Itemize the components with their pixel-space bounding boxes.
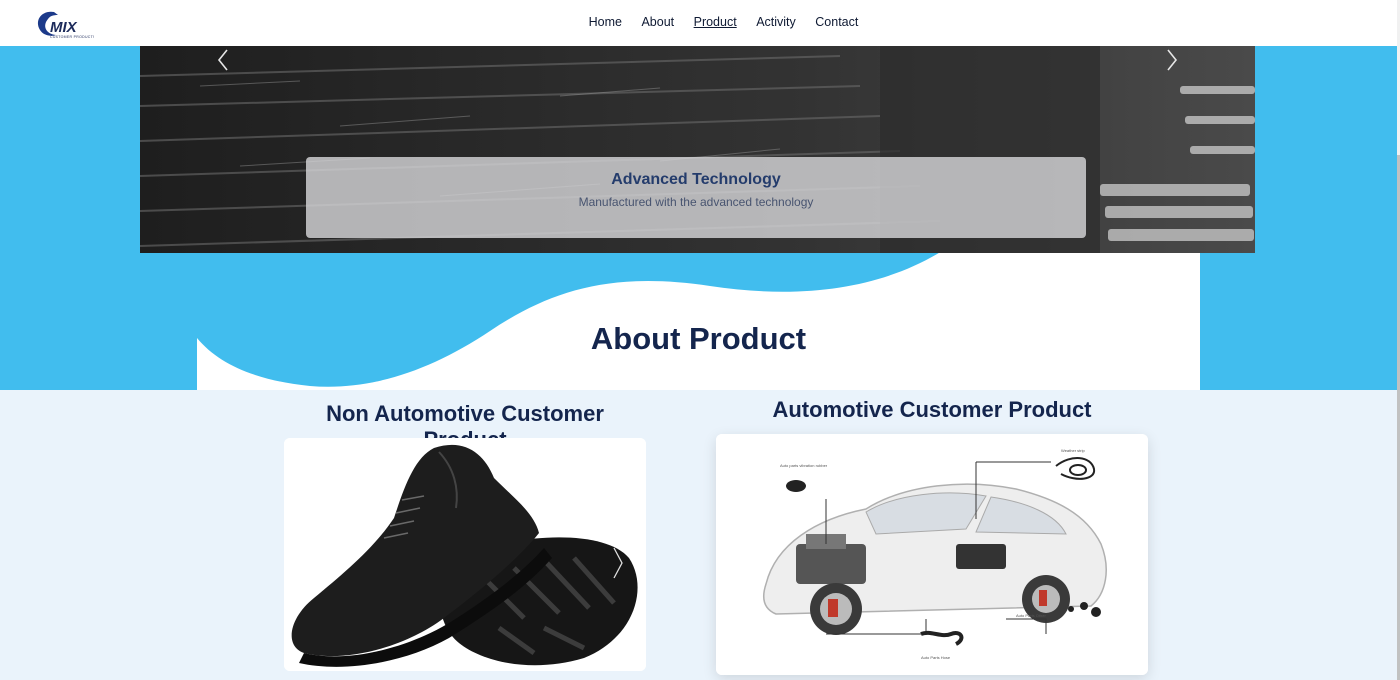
top-navbar: MIX CUSTOMER PRODUCTS Home About Product…	[0, 0, 1397, 46]
svg-text:Weather strip: Weather strip	[1061, 448, 1085, 453]
nav-home[interactable]: Home	[589, 15, 622, 29]
wave-decoration	[190, 246, 950, 390]
hero-caption: Advanced Technology Manufactured with th…	[306, 157, 1086, 238]
automotive-product-card[interactable]: Auto parts vibration rubber Weather stri…	[716, 434, 1148, 675]
hero-section: Advanced Technology Manufactured with th…	[0, 46, 1397, 390]
svg-text:Auto Parts Other: Auto Parts Other	[1016, 613, 1046, 618]
nav-contact[interactable]: Contact	[815, 15, 858, 29]
svg-text:Auto Parts Hose: Auto Parts Hose	[921, 655, 951, 660]
nav-activity[interactable]: Activity	[756, 15, 796, 29]
hero-carousel[interactable]: Advanced Technology Manufactured with th…	[140, 46, 1255, 253]
automotive-product-title: Automotive Customer Product	[772, 397, 1092, 422]
hero-caption-subtitle: Manufactured with the advanced technolog…	[578, 195, 814, 209]
carousel-next-icon[interactable]	[1161, 48, 1181, 72]
svg-text:CUSTOMER PRODUCTS: CUSTOMER PRODUCTS	[50, 35, 94, 39]
car-parts-diagram-image: Auto parts vibration rubber Weather stri…	[716, 434, 1148, 675]
hero-caption-title: Advanced Technology	[611, 171, 781, 188]
nav-product[interactable]: Product	[694, 15, 737, 29]
nav-about[interactable]: About	[641, 15, 674, 29]
non-automotive-product-card[interactable]	[284, 438, 646, 671]
safety-shoes-image	[284, 438, 646, 671]
main-nav: Home About Product Activity Contact	[0, 15, 1397, 29]
about-product-title: About Product	[590, 321, 807, 356]
carousel-prev-icon[interactable]	[214, 48, 234, 72]
svg-text:Auto parts vibration rubber: Auto parts vibration rubber	[780, 463, 828, 468]
